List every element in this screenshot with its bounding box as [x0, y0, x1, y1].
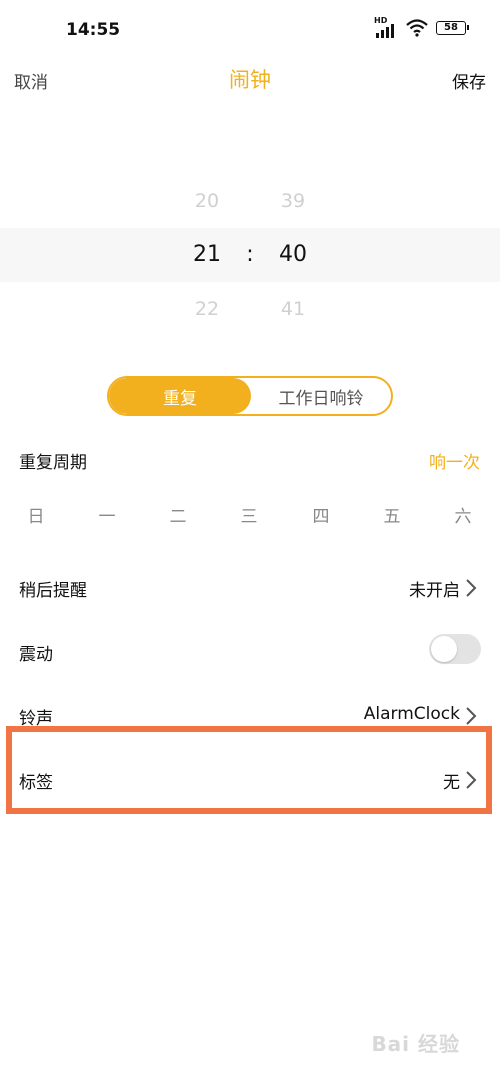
- page-title: 闹钟: [229, 68, 271, 92]
- repeat-cycle-value[interactable]: 响一次: [429, 448, 480, 473]
- repeat-cycle-label: 重复周期: [19, 453, 87, 473]
- minute-next[interactable]: 41: [263, 298, 323, 320]
- hour-next[interactable]: 22: [177, 298, 237, 320]
- vibrate-row: 震动: [0, 622, 500, 682]
- minute-prev[interactable]: 39: [263, 190, 323, 212]
- hour-prev[interactable]: 20: [177, 190, 237, 212]
- weekday-sat[interactable]: 六: [448, 502, 478, 527]
- time-picker[interactable]: 20 21 22 : 39 40 41: [0, 176, 500, 336]
- save-button[interactable]: 保存: [452, 68, 486, 93]
- tag-row-highlight: [6, 726, 492, 814]
- workday-option[interactable]: 工作日响铃: [251, 378, 391, 414]
- watermark: Bai 经验: [371, 1032, 460, 1056]
- chevron-right-icon: [466, 707, 477, 725]
- toggle-knob: [431, 636, 457, 662]
- minute-selected[interactable]: 40: [263, 242, 323, 267]
- weekday-fri[interactable]: 五: [377, 502, 407, 527]
- wifi-icon: [406, 19, 428, 37]
- weekday-selector: 日 一 二 三 四 五 六: [0, 496, 500, 532]
- snooze-value: 未开启: [409, 581, 460, 601]
- battery-level: 58: [444, 22, 458, 33]
- signal-icon: HD: [374, 16, 398, 38]
- weekday-sun[interactable]: 日: [21, 502, 51, 527]
- ringtone-value: AlarmClock: [363, 704, 460, 724]
- repeat-cycle-row[interactable]: 重复周期 响一次: [0, 430, 500, 490]
- repeat-option[interactable]: 重复: [109, 378, 251, 414]
- weekday-wed[interactable]: 三: [234, 502, 264, 527]
- header: 取消 闹钟 保存: [0, 60, 500, 100]
- weekday-mon[interactable]: 一: [92, 502, 122, 527]
- status-time: 14:55: [66, 20, 121, 40]
- status-bar: 14:55 HD 58: [0, 0, 500, 60]
- snooze-label: 稍后提醒: [19, 581, 87, 601]
- snooze-row[interactable]: 稍后提醒 未开启: [0, 558, 500, 618]
- weekday-thu[interactable]: 四: [306, 502, 336, 527]
- vibrate-toggle[interactable]: [429, 634, 481, 664]
- chevron-right-icon: [466, 579, 477, 597]
- status-icons: HD 58: [374, 16, 469, 38]
- weekday-tue[interactable]: 二: [163, 502, 193, 527]
- battery-icon: 58: [436, 21, 469, 35]
- repeat-mode-toggle[interactable]: 重复 工作日响铃: [107, 376, 393, 416]
- vibrate-label: 震动: [19, 645, 53, 665]
